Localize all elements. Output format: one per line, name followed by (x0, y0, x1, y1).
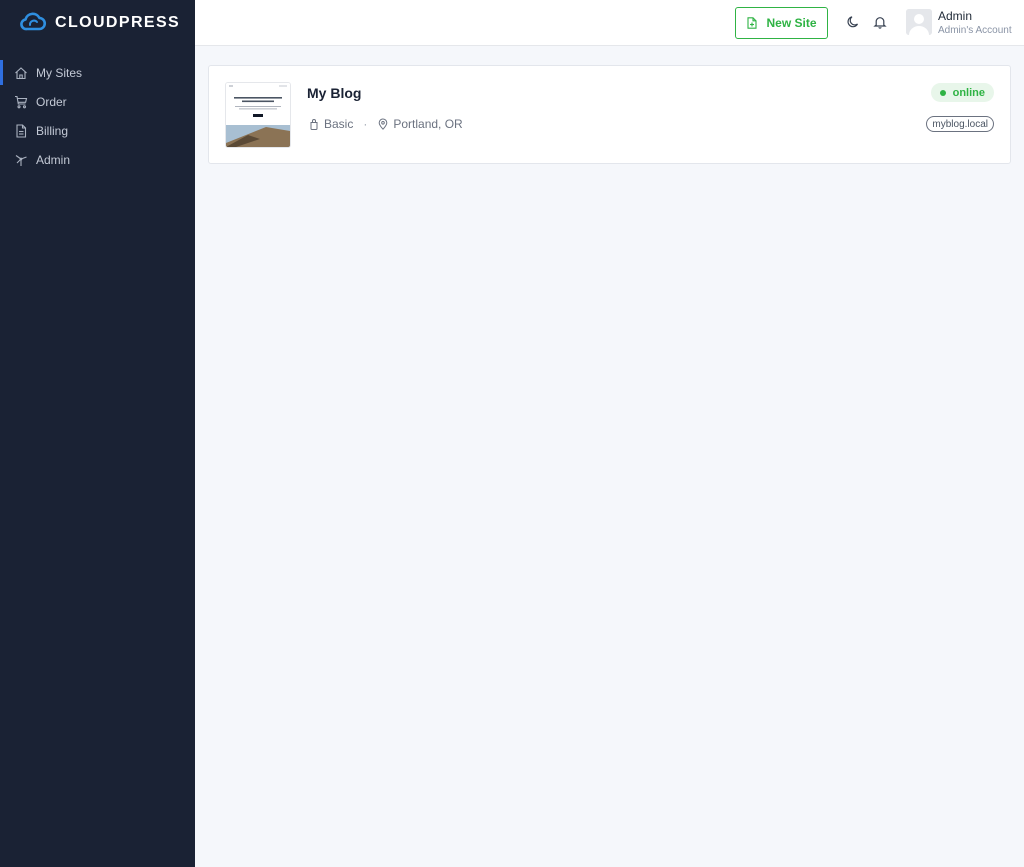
moon-icon[interactable] (846, 15, 860, 29)
cart-icon (14, 95, 28, 109)
brand[interactable]: CLOUDPRESS (0, 0, 195, 46)
user-name[interactable]: Admin (938, 9, 972, 23)
sidebar-item-label: Admin (36, 152, 71, 167)
sidebar-item-my-sites[interactable]: My Sites (0, 58, 195, 87)
sidebar-nav: My Sites Order Billing Admin (0, 58, 195, 174)
windmill-icon (14, 153, 28, 167)
cloud-logo-icon (19, 10, 55, 37)
site-plan: Basic (324, 117, 354, 131)
avatar[interactable] (906, 9, 932, 35)
file-plus-icon (746, 17, 758, 29)
new-site-label: New Site (766, 16, 817, 30)
map-pin-icon (377, 118, 389, 130)
new-site-button[interactable]: New Site (735, 7, 828, 39)
status-dot-icon (939, 89, 946, 96)
plan-icon (308, 118, 320, 130)
sidebar: CLOUDPRESS My Sites Order Billing Admin (0, 0, 195, 867)
sidebar-item-label: Billing (36, 123, 69, 138)
sidebar-item-billing[interactable]: Billing (0, 116, 195, 145)
site-location: Portland, OR (393, 117, 463, 131)
bell-icon[interactable] (873, 15, 887, 29)
sidebar-item-label: Order (36, 94, 67, 109)
sidebar-item-admin[interactable]: Admin (0, 145, 195, 174)
meta-separator: · (363, 117, 368, 131)
user-role: Admin's Account (938, 25, 1012, 36)
sidebar-item-label: My Sites (36, 65, 83, 80)
status-badge: online (930, 83, 994, 102)
brand-name: CLOUDPRESS (55, 14, 181, 31)
sidebar-item-order[interactable]: Order (0, 87, 195, 116)
status-label: online (952, 86, 985, 99)
home-icon (14, 66, 28, 80)
domain-badge[interactable]: myblog.local (926, 116, 994, 132)
site-title[interactable]: My Blog (307, 85, 361, 101)
site-meta: Basic · Portland, OR (308, 117, 463, 131)
site-card[interactable]: My Blog Basic · Portland, OR online mybl… (208, 65, 1011, 164)
top-header: New Site Admin Admin's Account (195, 0, 1024, 46)
site-thumbnail[interactable] (225, 82, 291, 148)
receipt-icon (14, 123, 28, 138)
